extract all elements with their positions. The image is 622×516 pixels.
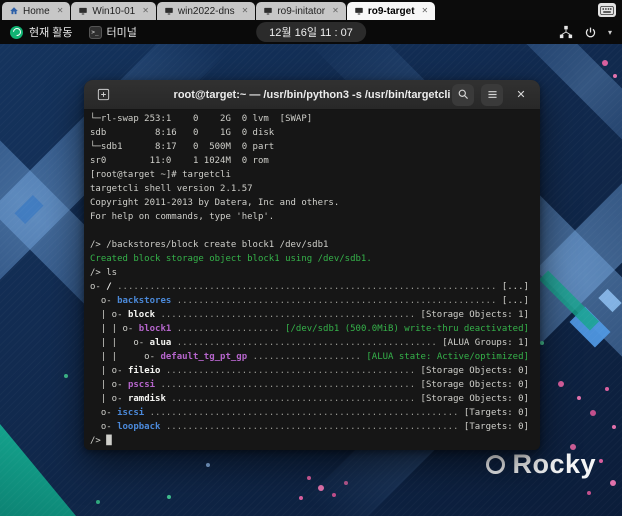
terminal-line: | o- pscsi .............................…	[90, 380, 529, 390]
tab-label: Win10-01	[92, 5, 136, 17]
tab-win2022-dns[interactable]: win2022-dns ✕	[156, 2, 256, 20]
vm-display-icon	[79, 7, 88, 15]
close-button[interactable]: ✕	[510, 84, 532, 106]
tab-label: ro9-initator	[277, 5, 326, 17]
activities-button[interactable]: 현재 활동	[10, 24, 73, 40]
search-icon	[458, 89, 468, 99]
network-share-icon	[559, 25, 573, 39]
terminal-output[interactable]: └─rl-swap 253:1 0 2G 0 lvm [SWAP] sdb 8:1…	[84, 110, 540, 450]
terminal-line: [root@target ~]# targetcli	[90, 170, 231, 180]
vm-display-icon	[165, 7, 173, 15]
tab-win10-01[interactable]: Win10-01 ✕	[71, 2, 156, 20]
vm-display-icon	[355, 7, 363, 15]
tab-label: Home	[23, 5, 50, 17]
clock-button[interactable]: 12월 16일 11 : 07	[256, 22, 366, 42]
terminal-line: For help on commands, type 'help'.	[90, 212, 275, 222]
rocky-wordmark: Rocky	[486, 449, 596, 480]
gnome-top-bar: 현재 활동 >_ 터미널 12월 16일 11 : 07 ▾	[0, 20, 622, 44]
terminal-line: | o- ramdisk ...........................…	[90, 394, 529, 404]
terminal-line: /> /backstores/block create block1 /dev/…	[90, 240, 329, 250]
vm-display-icon	[264, 7, 273, 15]
terminal-line: targetcli shell version 2.1.57	[90, 184, 253, 194]
terminal-line: Copyright 2011-2013 by Datera, Inc and o…	[90, 198, 340, 208]
terminal-line: o- / ...................................…	[90, 282, 529, 292]
tab-home[interactable]: Home ✕	[2, 2, 71, 20]
tab-ro9-initator[interactable]: ro9-initator ✕	[256, 2, 346, 20]
tab-close-icon[interactable]: ✕	[422, 7, 429, 15]
screen: Home ✕ Win10-01 ✕ win2022-dns ✕ ro9-init…	[0, 0, 622, 516]
tab-close-icon[interactable]: ✕	[332, 7, 339, 15]
desktop: Rocky root@target:~ — /usr/bin/python3 -…	[0, 44, 622, 516]
system-status-area[interactable]: ▾	[559, 25, 612, 39]
new-tab-button[interactable]	[92, 84, 114, 106]
rocky-brand-text: Rocky	[512, 449, 596, 479]
tab-close-icon[interactable]: ✕	[57, 7, 64, 15]
focused-app-indicator[interactable]: >_ 터미널	[88, 24, 137, 40]
rocky-ring-icon	[486, 455, 506, 474]
terminal-window: root@target:~ — /usr/bin/python3 -s /usr…	[84, 80, 540, 450]
terminal-line: o- iscsi ...............................…	[90, 408, 529, 418]
hamburger-menu-icon	[487, 91, 497, 98]
wallpaper-dots	[0, 44, 4, 48]
console-tab-bar: Home ✕ Win10-01 ✕ win2022-dns ✕ ro9-init…	[0, 0, 622, 20]
terminal-line: sdb 8:16 0 1G 0 disk	[90, 128, 275, 138]
terminal-line: | | o- default_tg_pt_gp ................…	[90, 352, 529, 362]
keyboard-button[interactable]	[598, 3, 616, 17]
tab-close-icon[interactable]: ✕	[242, 7, 249, 15]
terminal-app-icon: >_	[88, 25, 102, 39]
terminal-line: | | o- alua ............................…	[90, 338, 529, 348]
menu-button[interactable]	[481, 83, 503, 106]
keyboard-icon	[600, 5, 614, 15]
activities-label: 현재 활동	[29, 27, 73, 39]
search-button[interactable]	[452, 83, 474, 106]
terminal-line: sr0 11:0 1 1024M 0 rom	[90, 156, 269, 166]
home-icon	[10, 7, 18, 15]
tab-close-icon[interactable]: ✕	[142, 7, 149, 15]
terminal-headerbar[interactable]: root@target:~ — /usr/bin/python3 -s /usr…	[84, 80, 540, 110]
wallpaper-shape	[538, 270, 600, 331]
terminal-line: /> █	[90, 436, 112, 446]
tab-label: ro9-target	[367, 5, 415, 17]
terminal-line: | o- block .............................…	[90, 310, 529, 320]
terminal-line: └─rl-swap 253:1 0 2G 0 lvm [SWAP]	[90, 114, 313, 124]
chevron-down-icon: ▾	[607, 27, 612, 37]
terminal-line: o- backstores ..........................…	[90, 296, 529, 306]
terminal-line: Created block storage object block1 usin…	[90, 254, 372, 264]
tab-label: win2022-dns	[177, 5, 235, 17]
wallpaper-shape	[598, 288, 622, 313]
rocky-logo-icon	[10, 25, 23, 39]
terminal-line: | | o- block1 ................... [/dev/…	[90, 324, 529, 334]
terminal-line: | o- fileio ............................…	[90, 366, 529, 376]
wallpaper-shape	[569, 306, 611, 348]
window-title: root@target:~ — /usr/bin/python3 -s /usr…	[173, 88, 451, 101]
tab-ro9-target[interactable]: ro9-target ✕	[346, 2, 436, 20]
wallpaper-shape	[0, 424, 76, 516]
terminal-line: └─sdb1 8:17 0 500M 0 part	[90, 142, 275, 152]
focused-app-label: 터미널	[106, 27, 137, 39]
terminal-line: o- loopback ............................…	[90, 422, 529, 432]
power-icon	[585, 27, 596, 37]
terminal-line: /> ls	[90, 268, 118, 278]
new-tab-icon	[97, 88, 109, 101]
wallpaper-shape	[14, 195, 44, 224]
